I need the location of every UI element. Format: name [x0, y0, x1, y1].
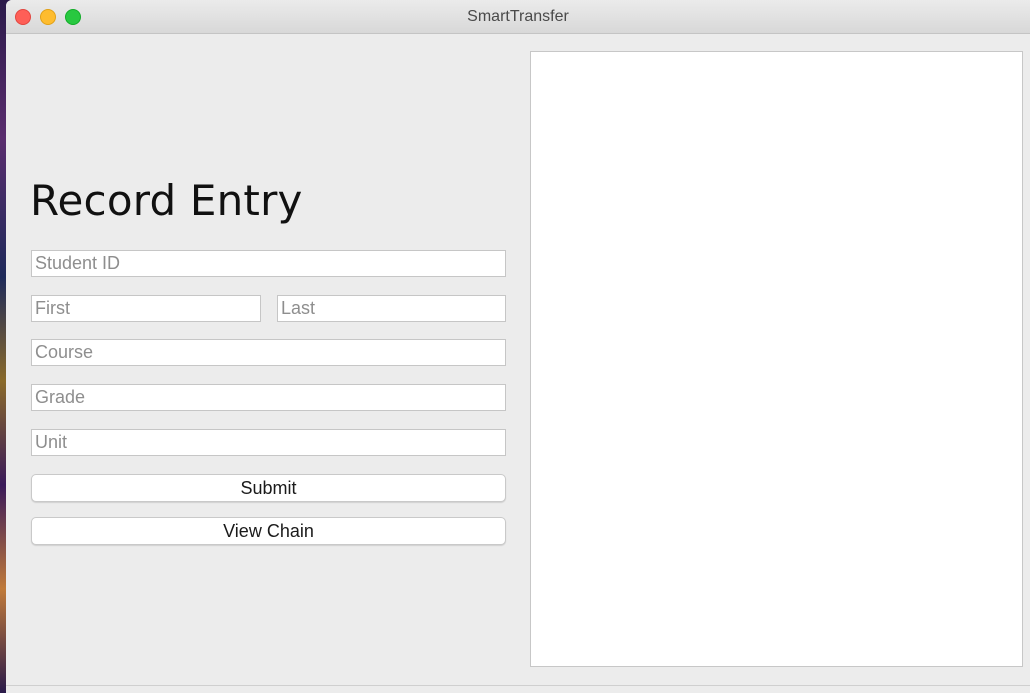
submit-button[interactable]: Submit [31, 474, 506, 502]
student-id-input[interactable] [31, 250, 506, 277]
window-bottom-divider [6, 685, 1030, 686]
app-window: SmartTransfer Record Entry Submit View C… [6, 0, 1030, 693]
unit-input[interactable] [31, 429, 506, 456]
window-title: SmartTransfer [467, 8, 569, 25]
last-name-input[interactable] [277, 295, 506, 322]
course-input[interactable] [31, 339, 506, 366]
first-name-input[interactable] [31, 295, 261, 322]
page-title: Record Entry [30, 176, 303, 225]
grade-input[interactable] [31, 384, 506, 411]
output-panel[interactable] [530, 51, 1023, 667]
view-chain-button[interactable]: View Chain [31, 517, 506, 545]
title-bar: SmartTransfer [6, 0, 1030, 34]
